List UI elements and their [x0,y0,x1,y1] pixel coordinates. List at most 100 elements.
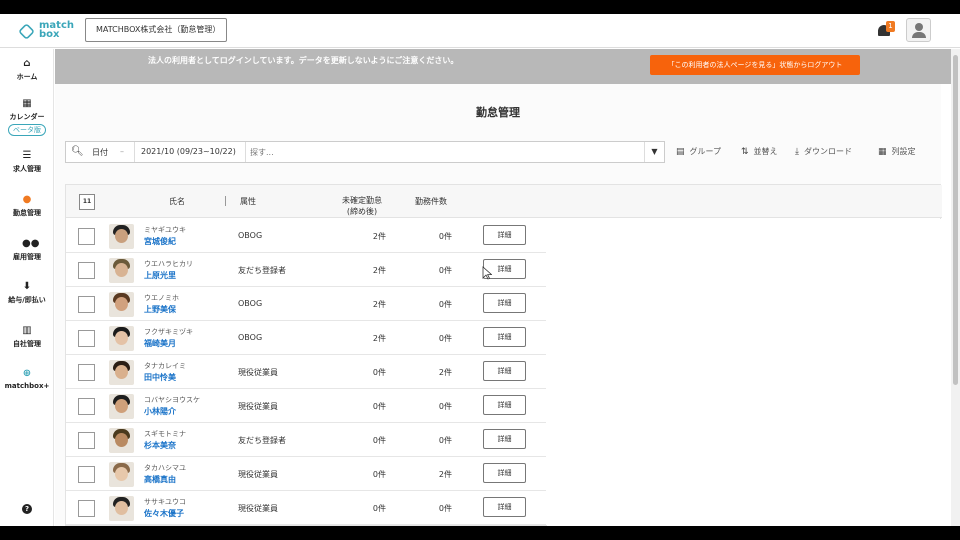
detail-button[interactable]: 詳細 [483,463,526,483]
column-settings-button[interactable]: ▦ 列設定 [878,146,916,157]
table-row: ウエハラヒカリ 上原光里 友だち登録者 2件 0件 詳細 [66,253,546,287]
row-checkbox[interactable] [78,432,95,449]
download-button[interactable]: ⤓ ダウンロード [795,146,852,157]
table-row: フクザキミヅキ 福崎美月 OBOG 2件 0件 詳細 [66,321,546,355]
plus-circle-icon: ⊕ [22,368,32,379]
search-input[interactable] [250,145,630,159]
avatar [109,428,134,453]
column-header-count[interactable]: 勤務件数 [411,196,451,207]
pending-cell: 2件 [372,300,386,309]
pending-cell: 0件 [372,504,386,513]
column-header-name[interactable]: 氏名 [162,196,192,207]
row-checkbox[interactable] [78,398,95,415]
download-icon: ⤓ [795,147,799,157]
detail-button[interactable]: 詳細 [483,327,526,347]
page-scrollbar[interactable] [951,49,960,526]
detail-button[interactable]: 詳細 [483,395,526,415]
sidebar-item-jobs[interactable]: ☰ 求人管理 [0,151,54,174]
count-cell: 0件 [438,266,452,275]
count-cell: 0件 [438,504,452,513]
attribute-cell: 現役従業員 [238,470,278,479]
sidebar-item-matchbox-plus[interactable]: ⊕ matchbox+ [0,368,54,391]
building-icon: ▥ [22,325,32,336]
sidebar: ⌂ ホーム ▦ カレンダー ベータ版 ☰ 求人管理 ● 勤怠管理 ●● 雇用管理… [0,49,54,526]
top-bar: match box MATCHBOX株式会社（勤怠管理） 1 [0,14,960,48]
row-checkbox[interactable] [78,500,95,517]
sort-button[interactable]: ⇅ 並替え [741,146,778,157]
count-cell: 0件 [438,436,452,445]
table-row: ミヤギユウキ 宮城俊紀 OBOG 2件 0件 詳細 [66,219,546,253]
logo-mark-icon [18,23,35,40]
notification-bell-icon[interactable]: 1 [876,21,895,40]
avatar [109,258,134,283]
row-checkbox[interactable] [78,262,95,279]
sidebar-item-attendance[interactable]: ● 勤怠管理 [0,195,54,218]
row-checkbox[interactable] [78,228,95,245]
name-kana: ウエノミホ [144,294,179,302]
sidebar-item-home[interactable]: ⌂ ホーム [0,59,54,82]
detail-button[interactable]: 詳細 [483,361,526,381]
employee-name-link[interactable]: 田中怜美 [144,372,176,383]
name-kana: ウエハラヒカリ [144,260,193,268]
people-icon: ●● [22,238,40,249]
detail-button[interactable]: 詳細 [483,225,526,245]
employee-name-link[interactable]: 杉本美奈 [144,440,176,451]
attribute-cell: 現役従業員 [238,402,278,411]
row-checkbox[interactable] [78,364,95,381]
row-checkbox[interactable] [78,466,95,483]
employee-name-link[interactable]: 上野美保 [144,304,176,315]
detail-button[interactable]: 詳細 [483,429,526,449]
employee-name-link[interactable]: 高橋真由 [144,474,176,485]
attribute-cell: 現役従業員 [238,504,278,513]
attribute-cell: 友だち登録者 [238,436,286,445]
row-checkbox[interactable] [78,296,95,313]
count-cell: 0件 [438,402,452,411]
employee-name-link[interactable]: 宮城俊紀 [144,236,176,247]
date-range-selector[interactable]: 2021/10 (09/23~10/22) [134,142,246,162]
matchbox-logo[interactable]: match box [18,21,74,42]
table-row: タナカレイミ 田中怜美 現役従業員 0件 2件 詳細 [66,355,546,389]
employee-name-link[interactable]: 上原光里 [144,270,176,281]
group-button[interactable]: ▤ グループ [676,146,721,157]
attribute-cell: 現役従業員 [238,368,278,377]
attendance-icon: ● [22,194,32,205]
table-row: ウエノミホ 上野美保 OBOG 2件 0件 詳細 [66,287,546,321]
column-divider [225,196,226,206]
list-icon: ☰ [22,150,32,161]
employee-name-link[interactable]: 佐々木優子 [144,508,184,519]
sidebar-item-payment[interactable]: ⬇ 給与/即払い [0,282,54,305]
sidebar-item-employment[interactable]: ●● 雇用管理 [0,239,54,262]
attribute-cell: OBOG [238,231,263,240]
chevron-down-icon[interactable]: ▼ [644,142,664,162]
count-cell: 2件 [438,368,452,377]
main-content: 勤怠管理 🔍︎ 日付 – 2021/10 (09/23~10/22) ▼ ▤グル… [55,84,942,526]
row-checkbox[interactable] [78,330,95,347]
scrollbar-thumb[interactable] [953,55,958,385]
avatar [109,326,134,351]
date-prev-icon[interactable]: – [120,147,124,156]
user-menu-button[interactable] [906,18,931,42]
pending-cell: 0件 [372,436,386,445]
company-selector[interactable]: MATCHBOX株式会社（勤怠管理） [85,18,227,42]
column-header-pending[interactable]: 未確定勤怠 (締め後) [332,195,392,217]
attribute-cell: 友だち登録者 [238,266,286,275]
pending-cell: 2件 [372,266,386,275]
employee-name-link[interactable]: 小林陽介 [144,406,176,417]
avatar [109,394,134,419]
pending-cell: 2件 [372,232,386,241]
detail-button[interactable]: 詳細 [483,293,526,313]
pending-cell: 0件 [372,402,386,411]
detail-button[interactable]: 詳細 [483,497,526,517]
date-label: 日付 [92,148,108,157]
attribute-cell: OBOG [238,299,263,308]
help-icon[interactable]: ? [22,504,32,514]
column-header-attribute[interactable]: 属性 [236,196,260,207]
sidebar-item-calendar[interactable]: ▦ カレンダー ベータ版 [0,99,54,136]
sidebar-item-company[interactable]: ▥ 自社管理 [0,326,54,349]
select-all-checkbox[interactable]: 11 [79,194,95,210]
table-row: ササキユウコ 佐々木優子 現役従業員 0件 0件 詳細 [66,491,546,525]
employee-name-link[interactable]: 福崎美月 [144,338,176,349]
logout-impersonation-button[interactable]: 「この利用者の法人ページを見る」状態からログアウト [650,55,860,75]
app-window: match box MATCHBOX株式会社（勤怠管理） 1 ⌂ ホーム ▦ カレ… [0,14,960,526]
page-title: 勤怠管理 [476,106,520,119]
